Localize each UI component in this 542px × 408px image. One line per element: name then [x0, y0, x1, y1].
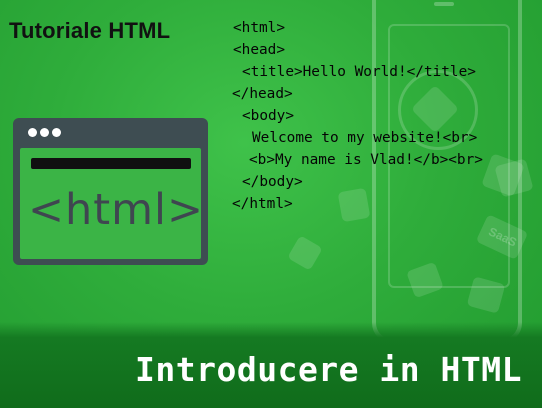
window-dot-icon — [40, 128, 49, 137]
thumbnail-canvas: SaaS Tutoriale HTML <html> <html> <head>… — [0, 0, 542, 408]
code-line: <b>My name is Vlad!</b><br> — [249, 152, 483, 168]
browser-address-bar — [31, 158, 191, 169]
browser-content-area: <html> — [20, 148, 205, 259]
lock-icon — [337, 187, 371, 223]
code-line: <html> — [233, 20, 285, 36]
code-line: <title>Hello World!</title> — [242, 64, 476, 80]
window-dot-icon — [28, 128, 37, 137]
code-line: </body> — [242, 174, 303, 190]
code-line: Welcome to my website!<br> — [252, 130, 478, 146]
code-line: <head> — [233, 42, 285, 58]
banner-title: Introducere in HTML — [135, 350, 522, 389]
browser-window-illustration: <html> — [13, 118, 208, 265]
tag-icon — [287, 235, 323, 271]
html-tag-label: <html> — [28, 185, 205, 235]
phone-speaker-decoration — [434, 2, 454, 6]
page-title: Tutoriale HTML — [9, 18, 171, 43]
dice-icon — [494, 158, 534, 198]
code-line: <body> — [242, 108, 294, 124]
window-dot-icon — [52, 128, 61, 137]
bottom-banner: Introducere in HTML — [0, 322, 542, 408]
code-line: </head> — [232, 86, 293, 102]
code-line: </html> — [232, 196, 293, 212]
browser-titlebar — [13, 118, 208, 148]
